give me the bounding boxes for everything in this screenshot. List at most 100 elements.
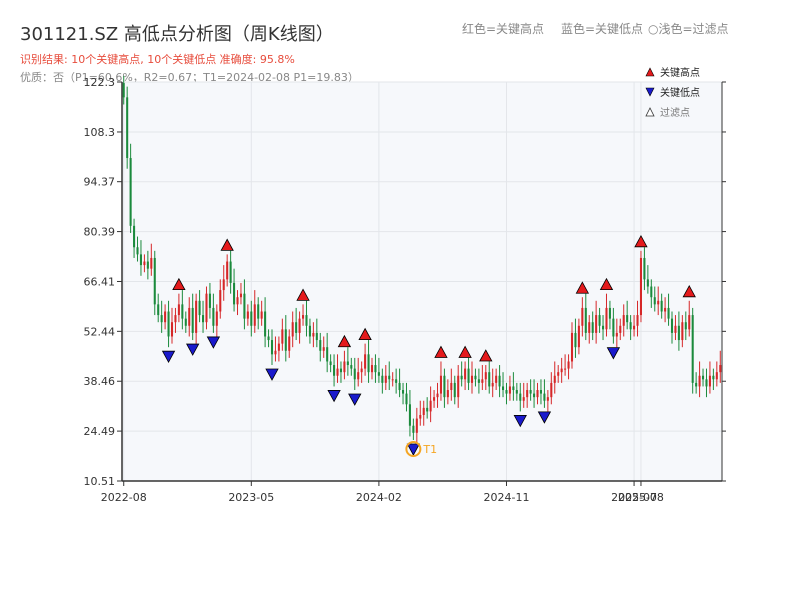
y-tick-label: 94.37 bbox=[84, 176, 116, 189]
candle-body bbox=[253, 304, 256, 326]
candle-body bbox=[146, 261, 149, 269]
candle-body bbox=[633, 325, 636, 330]
candle-body bbox=[260, 311, 263, 319]
candle-body bbox=[215, 311, 218, 326]
candle-body bbox=[695, 382, 698, 387]
legend-low-label: 关键低点 bbox=[660, 86, 700, 99]
candle-body bbox=[160, 315, 163, 323]
candle-body bbox=[433, 397, 436, 401]
candle-body bbox=[350, 365, 353, 369]
candle-body bbox=[388, 375, 391, 380]
candle-body bbox=[264, 311, 267, 337]
candle-body bbox=[553, 375, 556, 383]
candle-body bbox=[198, 300, 201, 316]
candle-body bbox=[277, 343, 280, 351]
candle-body bbox=[319, 340, 322, 351]
candle-body bbox=[405, 393, 408, 405]
candle-body bbox=[560, 368, 563, 373]
candle-body bbox=[150, 257, 153, 269]
candle-body bbox=[595, 315, 598, 333]
candle-body bbox=[243, 293, 246, 319]
candle-body bbox=[133, 225, 136, 248]
candle-body bbox=[539, 390, 542, 394]
candle-body bbox=[481, 379, 484, 383]
candle-body bbox=[281, 329, 284, 344]
candle-body bbox=[395, 379, 398, 383]
candle-body bbox=[415, 418, 418, 433]
x-tick-label: 2024-02 bbox=[356, 491, 402, 504]
candle-body bbox=[702, 375, 705, 380]
candle-body bbox=[315, 332, 318, 341]
candle-body bbox=[712, 375, 715, 380]
candle-body bbox=[391, 379, 394, 381]
candle-body bbox=[719, 365, 722, 373]
candle-body bbox=[250, 311, 253, 326]
candle-body bbox=[360, 368, 363, 373]
candle-body bbox=[674, 325, 677, 333]
candle-body bbox=[660, 300, 663, 312]
candle-body bbox=[708, 375, 711, 387]
candle-body bbox=[333, 365, 336, 376]
candle-body bbox=[129, 158, 132, 226]
candle-body bbox=[246, 311, 249, 319]
candle-body bbox=[295, 322, 298, 333]
candle-body bbox=[177, 304, 180, 316]
y-tick-label: 122.3 bbox=[84, 76, 116, 89]
candle-body bbox=[508, 386, 511, 394]
candle-body bbox=[591, 322, 594, 333]
candle-body bbox=[450, 382, 453, 391]
candle-body bbox=[474, 375, 477, 380]
candle-body bbox=[126, 97, 129, 159]
candle-body bbox=[581, 307, 584, 326]
x-tick-label: 2022-08 bbox=[101, 491, 147, 504]
y-tick-label: 52.44 bbox=[84, 325, 116, 338]
candle-body bbox=[170, 322, 174, 337]
candle-body bbox=[229, 261, 232, 283]
candle-body bbox=[705, 379, 708, 387]
candle-body bbox=[419, 415, 422, 419]
candle-body bbox=[512, 386, 515, 391]
candle-body bbox=[495, 375, 498, 383]
candle-body bbox=[136, 247, 139, 255]
y-tick-label: 108.3 bbox=[84, 126, 116, 139]
candle-body bbox=[157, 304, 160, 316]
candle-body bbox=[205, 293, 208, 323]
candle-body bbox=[236, 297, 239, 305]
candle-body bbox=[457, 375, 460, 398]
candle-body bbox=[429, 400, 432, 412]
candle-body bbox=[270, 340, 274, 355]
candle-body bbox=[143, 261, 146, 266]
candle-body bbox=[453, 382, 456, 398]
candle-body bbox=[598, 315, 601, 326]
candle-body bbox=[436, 393, 439, 398]
candle-body bbox=[467, 368, 470, 383]
candle-body bbox=[502, 386, 505, 391]
candle-body bbox=[688, 315, 691, 330]
candle-body bbox=[381, 375, 384, 383]
candle-body bbox=[602, 325, 605, 330]
candle-body bbox=[195, 300, 198, 333]
candle-body bbox=[664, 307, 667, 312]
candle-body bbox=[691, 315, 694, 383]
candle-body bbox=[698, 375, 701, 387]
candle-body bbox=[284, 329, 287, 351]
y-tick-label: 38.46 bbox=[84, 375, 116, 388]
candle-body bbox=[577, 325, 580, 348]
candle-body bbox=[139, 254, 142, 266]
candle-body bbox=[477, 379, 480, 383]
y-tick-label: 66.41 bbox=[84, 275, 116, 288]
candle-body bbox=[529, 390, 532, 394]
candle-body bbox=[326, 347, 329, 362]
candle-body bbox=[208, 293, 211, 308]
candle-body bbox=[367, 354, 370, 373]
legend-high-label: 关键高点 bbox=[660, 66, 700, 79]
legend-filtered-label: 过滤点 bbox=[660, 106, 690, 119]
candle-body bbox=[257, 304, 260, 319]
y-tick-label: 10.51 bbox=[84, 475, 116, 488]
y-tick-label: 24.49 bbox=[84, 425, 116, 438]
candle-body bbox=[322, 347, 325, 351]
y-tick-label: 80.39 bbox=[84, 226, 116, 239]
candle-body bbox=[274, 350, 277, 355]
candle-body bbox=[219, 290, 222, 312]
candle-body bbox=[222, 279, 225, 291]
